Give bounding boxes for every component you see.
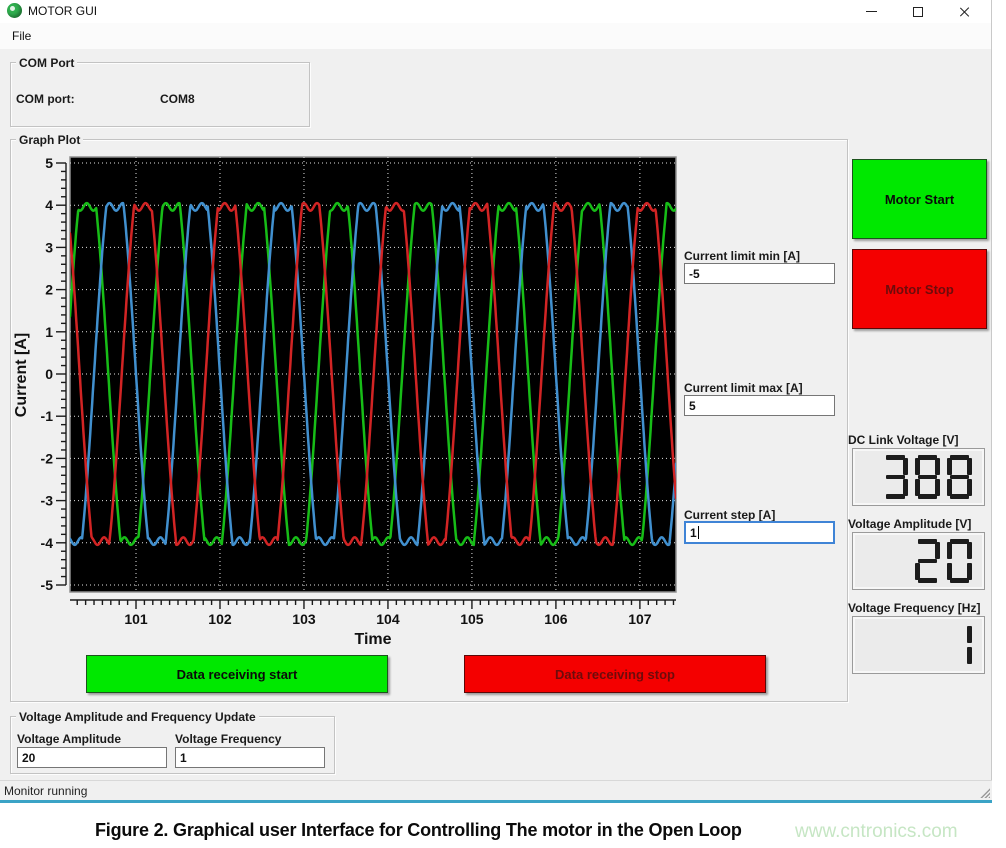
current-limit-max-value: 5 [689,399,696,413]
dc-link-voltage-display [852,448,985,506]
minimize-button[interactable] [854,0,888,23]
text-cursor [698,526,699,539]
voltage-frequency-value [947,623,972,667]
title-bar: MOTOR GUI [0,0,991,23]
svg-text:103: 103 [292,611,316,627]
voltage-frequency-input-value: 1 [180,751,187,765]
svg-text:1: 1 [45,324,53,340]
app-window: MOTOR GUI File COM Port COM port: COM8 G… [0,0,992,803]
svg-text:101: 101 [124,611,148,627]
svg-text:-3: -3 [41,493,54,509]
chart-y-axis-label: Current [A] [13,300,33,450]
current-step-label: Current step [A] [684,508,775,522]
close-button[interactable] [948,0,982,23]
maximize-icon [913,7,923,17]
maximize-button[interactable] [901,0,935,23]
resize-grip[interactable] [977,785,990,798]
current-limit-min-input[interactable]: -5 [684,263,835,284]
svg-text:107: 107 [628,611,652,627]
current-step-value: 1 [690,526,697,540]
current-limit-min-value: -5 [689,267,700,281]
voltage-frequency-display [852,616,985,674]
current-step-input[interactable]: 1 [684,521,835,544]
current-limit-min-label: Current limit min [A] [684,249,800,263]
status-text: Monitor running [4,784,87,798]
motor-stop-button[interactable]: Motor Stop [852,249,987,329]
status-bar: Monitor running [0,780,992,800]
dc-link-voltage-label: DC Link Voltage [V] [848,433,958,447]
svg-text:3: 3 [45,239,53,255]
voltage-amplitude-input[interactable]: 20 [17,747,167,768]
com-port-group-label: COM Port [16,56,77,70]
page: MOTOR GUI File COM Port COM port: COM8 G… [0,0,1006,848]
svg-text:0: 0 [45,366,53,382]
voltage-frequency-display-label: Voltage Frequency [Hz] [848,601,980,615]
voltage-frequency-input[interactable]: 1 [175,747,325,768]
figure-caption: Figure 2. Graphical user Interface for C… [95,820,742,841]
svg-text:104: 104 [376,611,400,627]
motor-start-button[interactable]: Motor Start [852,159,987,239]
svg-text:-5: -5 [41,577,54,593]
voltage-update-group-label: Voltage Amplitude and Frequency Update [16,710,259,724]
svg-text:-4: -4 [41,535,54,551]
data-receiving-start-button[interactable]: Data receiving start [86,655,388,693]
svg-text:2: 2 [45,282,53,298]
voltage-frequency-input-label: Voltage Frequency [175,732,281,746]
data-receiving-stop-button[interactable]: Data receiving stop [464,655,766,693]
svg-text:Time: Time [354,631,391,648]
menu-file[interactable]: File [8,28,35,44]
voltage-amplitude-display [852,532,985,590]
menu-bar: File [0,23,991,49]
com-port-label: COM port: [16,92,75,106]
window-title: MOTOR GUI [28,4,97,18]
svg-text:105: 105 [460,611,484,627]
svg-text:102: 102 [208,611,232,627]
close-icon [959,6,971,18]
current-limit-max-input[interactable]: 5 [684,395,835,416]
com-port-value: COM8 [160,92,195,106]
voltage-amplitude-input-label: Voltage Amplitude [17,732,121,746]
graph-plot-group-label: Graph Plot [16,133,83,147]
current-limit-max-label: Current limit max [A] [684,381,803,395]
chart-canvas: -5 -4 -3 -2 -1 0 1 2 3 4 5 101 102 103 104 105 106 107 Tim… [40,148,690,648]
svg-text:5: 5 [45,155,53,171]
voltage-amplitude-input-value: 20 [22,751,35,765]
watermark: www.cntronics.com [795,821,958,843]
svg-text:-2: -2 [41,450,54,466]
app-icon [7,3,22,18]
voltage-amplitude-value [915,539,972,583]
svg-text:-1: -1 [41,408,54,424]
svg-text:4: 4 [45,197,53,213]
minimize-icon [866,11,877,12]
window-bottom-border [0,800,992,803]
dc-link-voltage-value [883,455,972,499]
svg-text:106: 106 [544,611,568,627]
voltage-amplitude-display-label: Voltage Amplitude [V] [848,517,971,531]
